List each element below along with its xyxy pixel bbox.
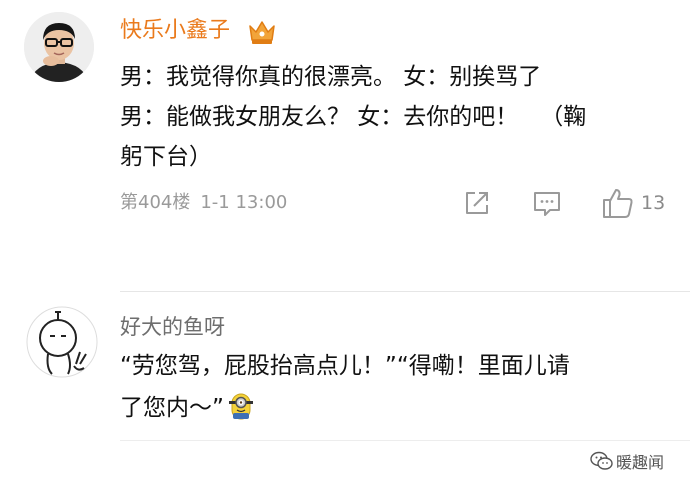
comment-meta: 第404楼 1-1 13:00: [120, 188, 287, 218]
comment-line: 了您内～”: [120, 387, 680, 429]
comment-divider: [120, 440, 690, 441]
comment-line: 躬下台）: [120, 144, 212, 170]
thumbs-up-icon: [603, 189, 633, 218]
reply-button[interactable]: [532, 189, 562, 219]
timestamp: 1-1 13:00: [200, 192, 288, 213]
comment-line-text: 了您内～”: [120, 395, 224, 421]
username[interactable]: 快乐小鑫子: [120, 14, 230, 48]
vip-crown-icon: [249, 21, 275, 44]
comment-line: 男：我觉得你真的很漂亮。 女：别挨骂了: [120, 64, 542, 90]
username[interactable]: 好大的鱼呀: [120, 310, 225, 344]
comment-icon: [534, 192, 560, 216]
like-count: 13: [641, 192, 666, 214]
comment-card: 快乐小鑫子 男：我觉得你真的很漂亮。 女：别挨骂了 男：能做我女朋友么？ 女：去…: [0, 0, 690, 270]
user-avatar[interactable]: [26, 306, 98, 378]
watermark-text: 暖趣闻: [616, 453, 665, 472]
user-avatar[interactable]: [24, 12, 94, 82]
share-button[interactable]: [462, 188, 492, 218]
doodle-avatar: [26, 306, 98, 378]
share-icon: [466, 192, 488, 214]
comment-line: 男：能做我女朋友么？ 女：去你的吧！ （鞠: [120, 104, 587, 130]
avatar-photo: [24, 12, 94, 82]
wechat-icon: [590, 451, 613, 470]
comment-line: “劳您驾，屁股抬高点儿！”“得嘞！里面儿请: [120, 353, 570, 379]
like-button[interactable]: 13: [601, 186, 669, 220]
comment-divider: [120, 291, 690, 292]
comment-text: 男：我觉得你真的很漂亮。 女：别挨骂了 男：能做我女朋友么？ 女：去你的吧！ （…: [120, 57, 665, 177]
floor-number: 第404楼: [120, 192, 191, 213]
comment-text: “劳您驾，屁股抬高点儿！”“得嘞！里面儿请 了您内～”: [120, 345, 680, 429]
minion-emoji: [228, 393, 253, 420]
